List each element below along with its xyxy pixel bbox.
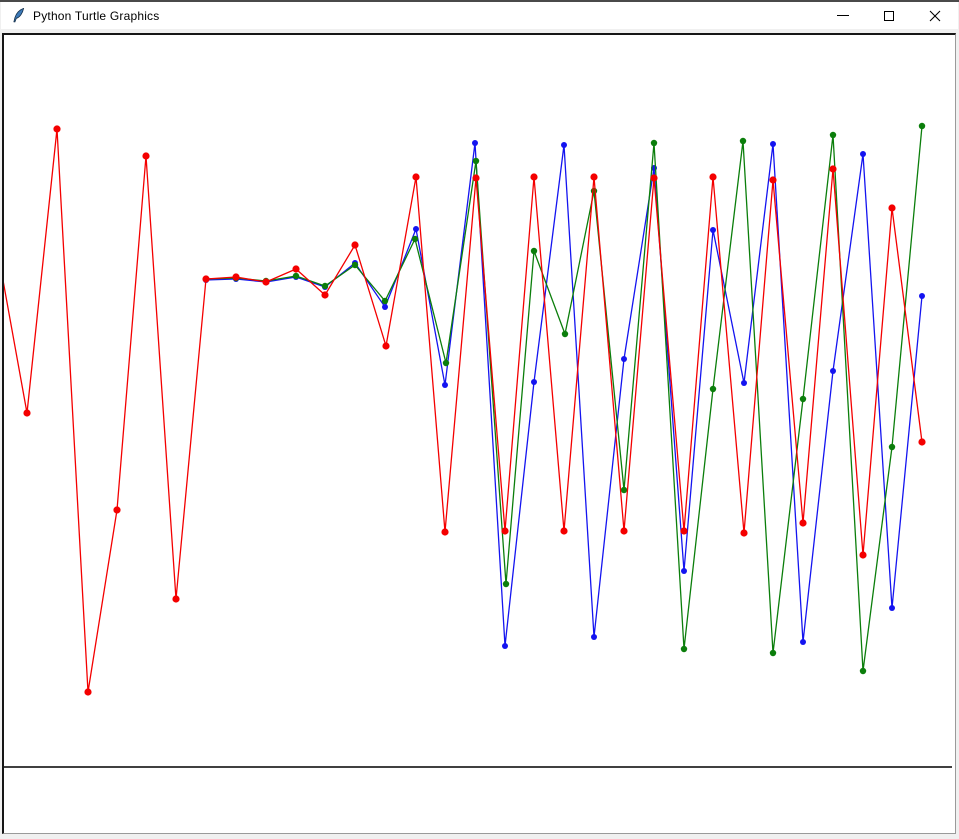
blue-data-point <box>442 382 448 388</box>
minimize-icon <box>837 15 849 16</box>
green-data-point <box>382 298 388 304</box>
green-data-point <box>710 386 716 392</box>
red-data-point <box>829 165 836 172</box>
turtle-canvas[interactable] <box>2 33 956 834</box>
red-data-point <box>321 291 328 298</box>
blue-data-point <box>382 304 388 310</box>
blue-data-point <box>472 140 478 146</box>
green-data-point <box>443 360 449 366</box>
red-data-point <box>53 125 60 132</box>
blue-data-point <box>561 142 567 148</box>
red-data-point <box>84 688 91 695</box>
green-data-point <box>889 444 895 450</box>
red-data-point <box>709 173 716 180</box>
red-data-point <box>620 527 627 534</box>
blue-data-point <box>800 639 806 645</box>
app-window: Python Turtle Graphics <box>0 0 959 839</box>
green-data-point <box>293 273 299 279</box>
blue-data-point <box>919 293 925 299</box>
green-data-point <box>352 262 358 268</box>
red-data-point <box>859 551 866 558</box>
blue-data-point <box>770 141 776 147</box>
red-data-point <box>23 409 30 416</box>
blue-data-point <box>531 379 537 385</box>
blue-data-point <box>860 151 866 157</box>
blue-data-point <box>710 227 716 233</box>
green-data-point <box>531 248 537 254</box>
red-data-point <box>292 265 299 272</box>
red-data-point <box>799 519 806 526</box>
turtle-drawing <box>4 35 955 833</box>
blue-data-point <box>741 380 747 386</box>
blue-data-point <box>681 568 687 574</box>
blue-data-point <box>621 356 627 362</box>
red-data-point <box>501 527 508 534</box>
green-data-point <box>651 140 657 146</box>
red-data-point <box>560 527 567 534</box>
green-data-point <box>562 331 568 337</box>
green-data-point <box>621 487 627 493</box>
blue-data-point <box>502 643 508 649</box>
blue-series-line <box>206 143 922 646</box>
green-data-point <box>800 396 806 402</box>
red-data-point <box>382 342 389 349</box>
red-series-line <box>4 129 922 692</box>
maximize-button[interactable] <box>866 2 912 29</box>
green-data-point <box>681 646 687 652</box>
green-data-point <box>919 123 925 129</box>
title-bar[interactable]: Python Turtle Graphics <box>1 2 958 29</box>
green-data-point <box>770 650 776 656</box>
red-data-point <box>172 595 179 602</box>
green-data-point <box>322 283 328 289</box>
red-data-point <box>918 438 925 445</box>
blue-data-point <box>413 226 419 232</box>
red-data-point <box>113 506 120 513</box>
red-data-point <box>232 273 239 280</box>
red-data-point <box>441 528 448 535</box>
red-data-point <box>351 241 358 248</box>
close-icon <box>929 10 941 22</box>
red-data-point <box>650 174 657 181</box>
window-controls <box>820 2 958 29</box>
minimize-button[interactable] <box>820 2 866 29</box>
green-data-point <box>412 236 418 242</box>
red-data-point <box>262 278 269 285</box>
green-data-point <box>740 138 746 144</box>
red-data-point <box>472 174 479 181</box>
red-data-point <box>590 173 597 180</box>
green-data-point <box>830 132 836 138</box>
red-data-point <box>142 152 149 159</box>
red-data-point <box>740 529 747 536</box>
close-button[interactable] <box>912 2 958 29</box>
window-title: Python Turtle Graphics <box>33 9 159 23</box>
python-feather-icon <box>12 8 25 23</box>
blue-data-point <box>591 634 597 640</box>
red-data-point <box>769 176 776 183</box>
green-data-point <box>503 581 509 587</box>
blue-data-point <box>889 605 895 611</box>
red-data-point <box>530 173 537 180</box>
green-series-line <box>206 126 922 671</box>
red-data-point <box>202 275 209 282</box>
green-data-point <box>860 668 866 674</box>
red-data-point <box>680 527 687 534</box>
green-data-point <box>591 188 597 194</box>
maximize-icon <box>884 11 894 21</box>
red-data-point <box>888 204 895 211</box>
red-data-point <box>412 173 419 180</box>
green-data-point <box>473 158 479 164</box>
blue-data-point <box>830 368 836 374</box>
